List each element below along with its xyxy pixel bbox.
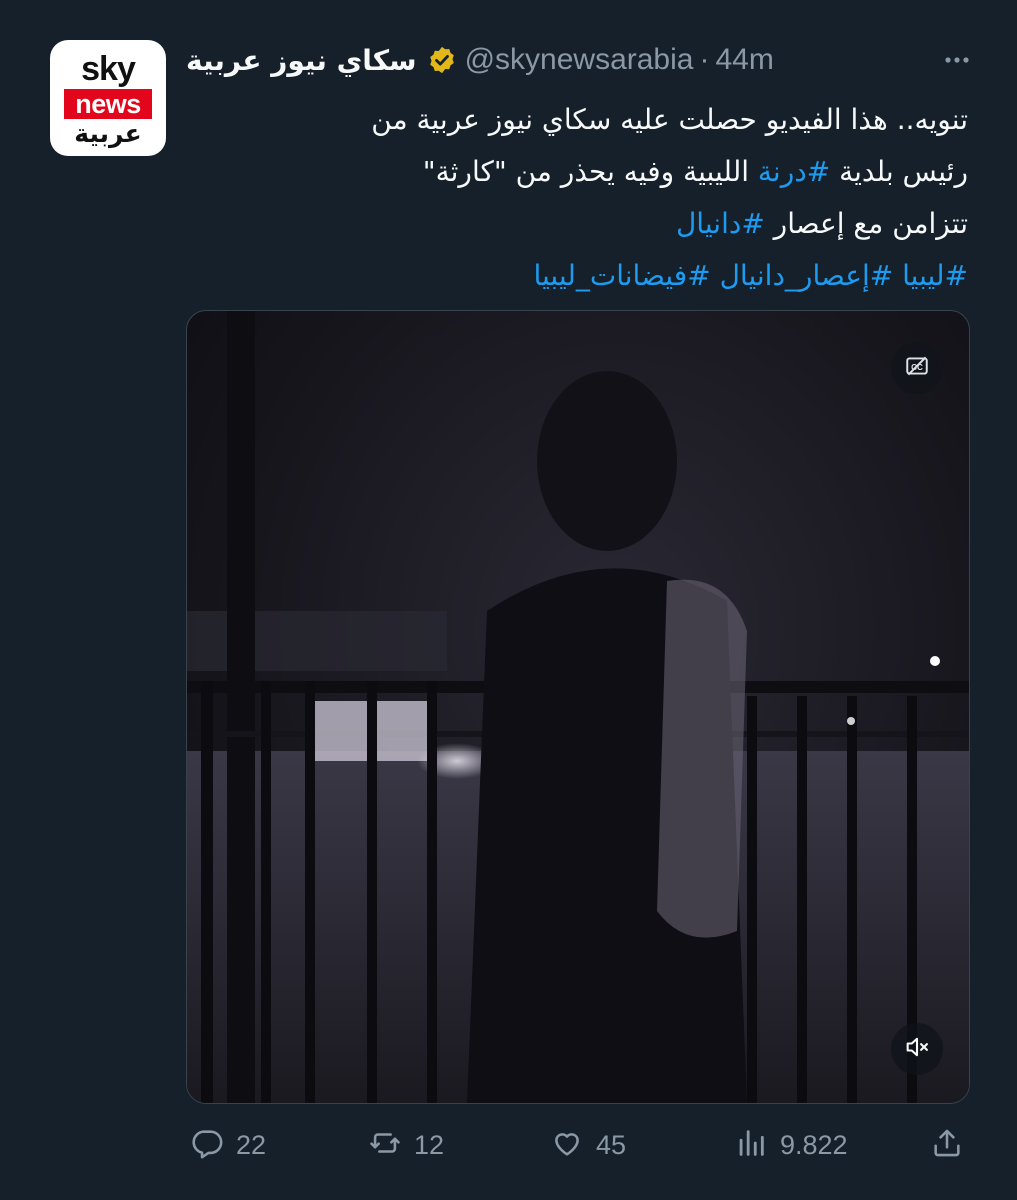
tweet-actions: 22 12 45 9.822	[186, 1120, 968, 1170]
share-button[interactable]	[930, 1120, 964, 1170]
avatar[interactable]: sky news عربية	[50, 40, 166, 156]
video-frame	[187, 311, 969, 1103]
like-button[interactable]: 45	[550, 1120, 626, 1170]
tweet-text-segment: تنويه.. هذا الفيديو حصلت عليه سكاي نيوز …	[371, 103, 968, 136]
tweet-text: تنويه.. هذا الفيديو حصلت عليه سكاي نيوز …	[186, 94, 968, 302]
tweet-text-line: تتزامن مع إعصار #دانيال	[186, 198, 968, 250]
user-handle[interactable]: @skynewsarabia	[465, 43, 694, 77]
tweet-text-line: رئيس بلدية #درنة الليبية وفيه يحذر من "ك…	[186, 146, 968, 198]
hashtag-link[interactable]: #إعصار_دانيال	[720, 259, 894, 292]
video-player[interactable]: CC	[186, 310, 970, 1104]
retweet-button[interactable]: 12	[368, 1120, 444, 1170]
reply-button[interactable]: 22	[190, 1120, 266, 1170]
speaker-muted-icon	[903, 1033, 931, 1065]
hashtag-link[interactable]: #دانيال	[676, 207, 765, 240]
retweet-count: 12	[414, 1129, 445, 1160]
tweet-header: سكاي نيوز عربية @skynewsarabia · 44m	[186, 40, 976, 80]
avatar-logo-arabic: عربية	[74, 119, 142, 148]
share-icon	[930, 1126, 964, 1164]
reply-icon	[190, 1126, 224, 1164]
tweet-text-line: تنويه.. هذا الفيديو حصلت عليه سكاي نيوز …	[186, 94, 968, 146]
hashtag-link[interactable]: #ليبيا	[902, 259, 968, 292]
timestamp[interactable]: 44m	[715, 43, 773, 77]
more-options-icon[interactable]	[944, 40, 970, 80]
avatar-logo-sky: sky	[81, 50, 136, 88]
unmute-button[interactable]	[891, 1023, 943, 1075]
views-count: 9.822	[780, 1129, 848, 1160]
retweet-icon	[368, 1126, 402, 1164]
hashtag-link[interactable]: #فيضانات_ليبيا	[533, 259, 710, 292]
tweet[interactable]: sky news عربية سكاي نيوز عربية @skynewsa…	[0, 0, 1017, 1200]
closed-captions-off-icon: CC	[904, 353, 930, 383]
tweet-text-segment: رئيس بلدية	[830, 155, 968, 188]
display-name[interactable]: سكاي نيوز عربية	[186, 44, 417, 77]
hashtag-link[interactable]: #درنة	[758, 155, 830, 188]
like-icon	[550, 1126, 584, 1164]
separator-dot: ·	[699, 43, 710, 76]
captions-button[interactable]: CC	[891, 342, 943, 394]
verified-badge-icon[interactable]	[427, 45, 457, 75]
like-count: 45	[596, 1129, 627, 1160]
views-icon	[734, 1126, 768, 1164]
avatar-logo-news: news	[64, 89, 152, 119]
tweet-text-line: #ليبيا #إعصار_دانيال #فيضانات_ليبيا	[186, 250, 968, 302]
views-button[interactable]: 9.822	[734, 1120, 848, 1170]
tweet-text-segment: تتزامن مع إعصار	[764, 207, 968, 240]
reply-count: 22	[236, 1129, 267, 1160]
tweet-text-segment: الليبية وفيه يحذر من "كارثة"	[422, 155, 758, 188]
